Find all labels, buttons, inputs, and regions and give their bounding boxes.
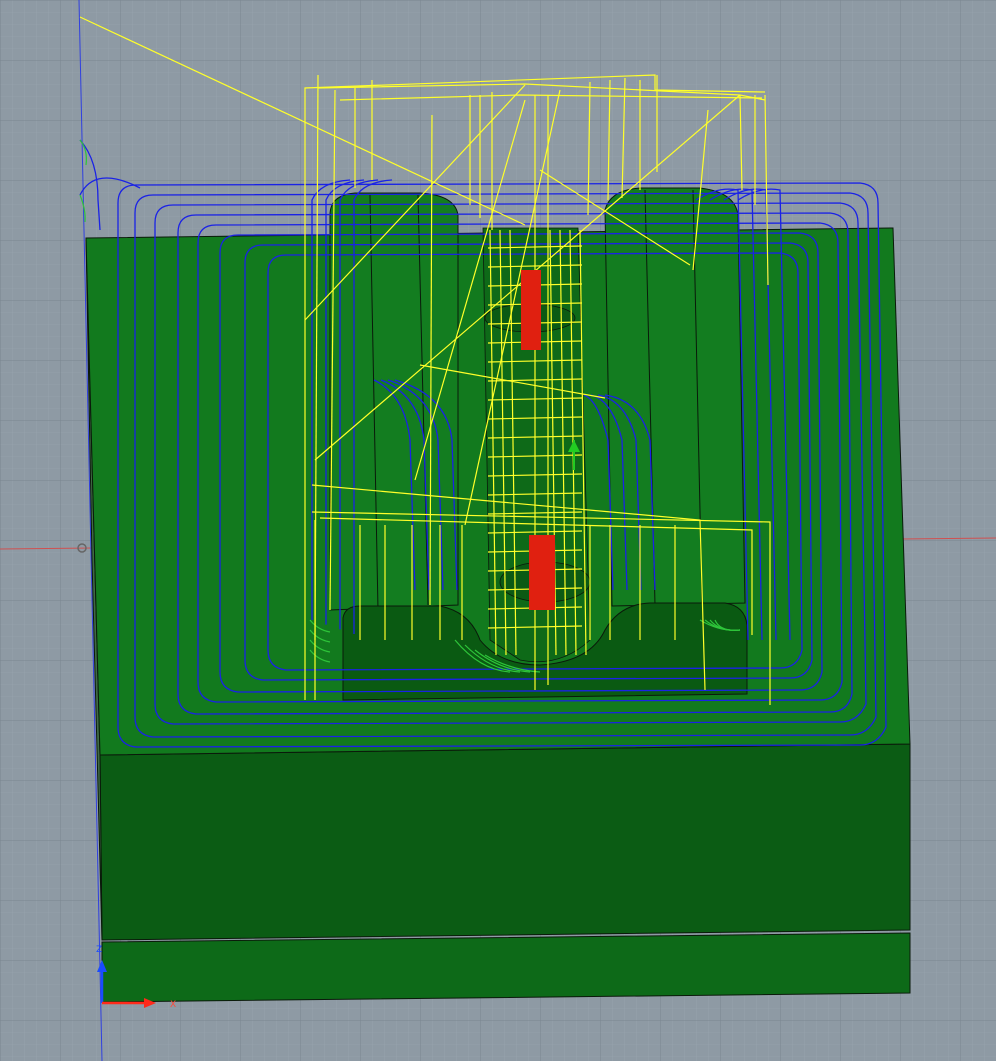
cutting-tool-upper[interactable] (521, 270, 541, 350)
z-axis-label: Z (96, 945, 102, 955)
part-front-face[interactable] (99, 743, 911, 941)
left-boss[interactable] (329, 192, 459, 611)
stock-base-face[interactable] (101, 932, 911, 1003)
cutting-tool-lower[interactable] (529, 535, 555, 610)
scene-canvas[interactable]: Z X (0, 0, 996, 1061)
cam-3d-viewport[interactable]: Z X (0, 0, 996, 1061)
x-axis-label: X (170, 1000, 176, 1010)
